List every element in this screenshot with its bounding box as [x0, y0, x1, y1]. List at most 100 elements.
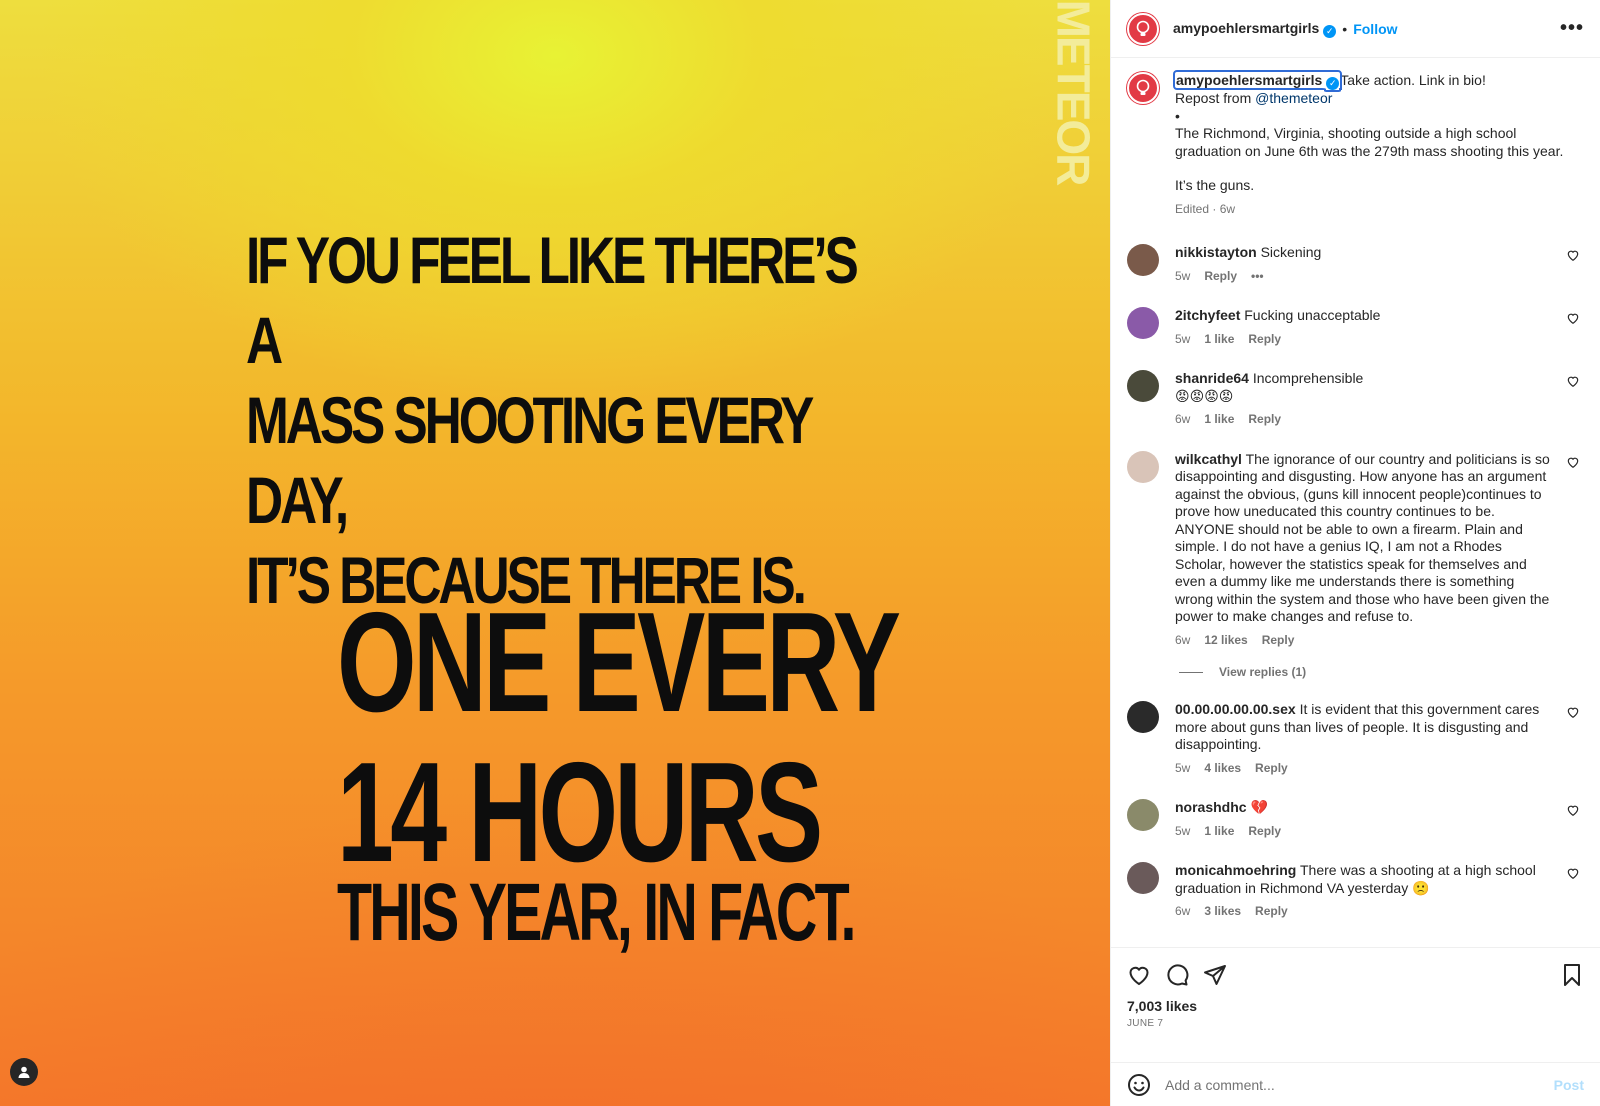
comment-item: shanride64 Incomprehensible 😡😡😡😡 6w 1 li…	[1127, 370, 1584, 429]
caption-text: amypoehlersmartgirls ✓ Take action. Link i…	[1172, 70, 1584, 218]
image-big-line-2: 14 HOURS	[337, 733, 823, 892]
comment-item: nikkistayton Sickening 5w Reply •••	[1127, 244, 1584, 285]
comment-more-icon[interactable]: •••	[1251, 268, 1264, 286]
action-bar	[1127, 958, 1584, 992]
comment-username[interactable]: monicahmoehring	[1175, 862, 1296, 878]
reply-button[interactable]: Reply	[1255, 903, 1288, 921]
post-comment-button[interactable]: Post	[1554, 1077, 1584, 1093]
caption-paragraph: The Richmond, Virginia, shooting outside…	[1175, 125, 1564, 159]
comment-meta: 6w 12 likes Reply	[1175, 632, 1556, 650]
avatar[interactable]	[1127, 862, 1159, 894]
image-headline: IF YOU FEEL LIKE THERE’S A MASS SHOOTING…	[246, 220, 866, 620]
reply-button[interactable]: Reply	[1248, 823, 1281, 841]
post-sidebar: amypoehlersmartgirls ✓ • Follow ••• amypo…	[1110, 0, 1600, 1106]
comment-item: monicahmoehring There was a shooting at …	[1127, 862, 1584, 921]
avatar[interactable]	[1127, 701, 1159, 733]
caption-meta: Edited · 6w	[1175, 201, 1236, 216]
comment-emoji: 😡😡😡😡	[1175, 387, 1234, 404]
heart-icon[interactable]	[1566, 248, 1580, 262]
comment-text: Incomprehensible	[1252, 370, 1364, 386]
comment-time: 5w	[1175, 760, 1191, 775]
comment-username[interactable]: 00.00.00.00.00.sex	[1175, 701, 1296, 717]
comment-username[interactable]: 2itchyfeet	[1175, 307, 1240, 323]
reply-button[interactable]: Reply	[1248, 331, 1281, 349]
comment-input[interactable]	[1165, 1076, 1554, 1093]
like-heart-icon[interactable]	[1127, 963, 1151, 987]
post-image[interactable]: METEOR IF YOU FEEL LIKE THERE’S A MASS S…	[0, 0, 1110, 1106]
view-replies-button[interactable]: View replies (1)	[1179, 665, 1584, 679]
reply-button[interactable]: Reply	[1262, 632, 1295, 650]
comment-item: norashdhc 💔 5w 1 like Reply	[1127, 799, 1584, 840]
comment-username[interactable]: wilkcathyl	[1175, 451, 1242, 467]
headline-line: IF YOU FEEL LIKE THERE’S A	[246, 223, 859, 377]
comment-bubble-icon[interactable]	[1165, 963, 1189, 987]
avatar[interactable]	[1127, 72, 1159, 104]
more-options-icon[interactable]: •••	[1560, 17, 1584, 40]
verified-badge-icon: ✓	[1326, 77, 1340, 90]
comment-meta: 5w 4 likes Reply	[1175, 760, 1556, 778]
comment-username[interactable]: shanride64	[1175, 370, 1249, 386]
comment-likes[interactable]: 4 likes	[1204, 760, 1241, 778]
reply-button[interactable]: Reply	[1248, 411, 1281, 429]
follow-button[interactable]: Follow	[1353, 21, 1397, 37]
heart-icon[interactable]	[1566, 374, 1580, 388]
post-actions: 7,003 likes JUNE 7	[1111, 947, 1600, 1062]
reply-button[interactable]: Reply	[1204, 268, 1237, 286]
comment-meta: 5w 1 like Reply	[1175, 331, 1556, 349]
comment-meta: 6w 3 likes Reply	[1175, 903, 1556, 921]
comment-time: 5w	[1175, 823, 1191, 838]
bookmark-icon[interactable]	[1560, 963, 1584, 987]
heart-icon[interactable]	[1566, 311, 1580, 325]
comment-time: 5w	[1175, 268, 1191, 283]
comment-composer: Post	[1111, 1062, 1600, 1106]
header-username[interactable]: amypoehlersmartgirls ✓	[1173, 20, 1337, 38]
comment-time: 6w	[1175, 412, 1191, 426]
caption-username[interactable]: amypoehlersmartgirls ✓	[1172, 70, 1343, 90]
comment-time: 5w	[1175, 331, 1191, 346]
post-caption: amypoehlersmartgirls ✓ Take action. Link i…	[1127, 70, 1584, 218]
comment-likes[interactable]: 1 like	[1204, 823, 1234, 841]
comment-meta: 6w 1 like Reply	[1175, 411, 1556, 429]
avatar[interactable]	[1127, 12, 1159, 45]
likes-count[interactable]: 7,003 likes	[1127, 998, 1584, 1014]
caption-bullet: •	[1175, 107, 1180, 124]
heart-icon[interactable]	[1566, 705, 1580, 719]
comment-time: 6w	[1175, 904, 1191, 918]
comment-text: 💔	[1250, 799, 1268, 815]
comment-likes[interactable]: 12 likes	[1204, 632, 1247, 650]
comment-item: 00.00.00.00.00.sex It is evident that th…	[1127, 701, 1584, 777]
comment-time: 6w	[1175, 632, 1191, 647]
comment-item: wilkcathyl The ignorance of our country …	[1127, 450, 1584, 650]
verified-badge-icon: ✓	[1323, 24, 1337, 38]
tagged-user-icon[interactable]	[10, 1058, 38, 1086]
comment-text: The ignorance of our country and politic…	[1175, 450, 1550, 625]
comment-text: Sickening	[1260, 244, 1322, 260]
comment-username[interactable]: nikkistayton	[1175, 244, 1257, 260]
comment-username[interactable]: norashdhc	[1175, 799, 1247, 815]
comment-item: 2itchyfeet Fucking unacceptable 5w 1 lik…	[1127, 307, 1584, 348]
avatar[interactable]	[1127, 307, 1159, 339]
image-big-line-3: THIS YEAR, IN FACT.	[337, 867, 856, 958]
comment-likes[interactable]: 3 likes	[1204, 903, 1241, 921]
avatar[interactable]	[1127, 370, 1159, 402]
avatar[interactable]	[1127, 450, 1159, 483]
caption-line: Take action. Link in bio!	[1340, 72, 1486, 88]
mention-link[interactable]: @themeteor	[1255, 90, 1332, 106]
comment-likes[interactable]: 1 like	[1204, 331, 1234, 349]
share-send-icon[interactable]	[1203, 963, 1227, 987]
comments-scroll[interactable]: amypoehlersmartgirls ✓ Take action. Link i…	[1111, 58, 1600, 947]
divider	[1179, 671, 1203, 673]
comment-likes[interactable]: 1 like	[1204, 411, 1234, 429]
reply-button[interactable]: Reply	[1255, 760, 1288, 778]
heart-icon[interactable]	[1566, 803, 1580, 817]
avatar[interactable]	[1127, 244, 1159, 276]
meteor-logo: METEOR	[1047, 0, 1099, 185]
image-big-line-1: ONE EVERY	[337, 583, 901, 742]
heart-icon[interactable]	[1566, 866, 1580, 880]
post-header: amypoehlersmartgirls ✓ • Follow •••	[1111, 0, 1600, 58]
avatar[interactable]	[1127, 799, 1159, 831]
comment-meta: 5w 1 like Reply	[1175, 823, 1556, 841]
heart-icon[interactable]	[1566, 455, 1580, 469]
comment-meta: 5w Reply •••	[1175, 268, 1556, 286]
emoji-icon[interactable]	[1127, 1073, 1151, 1097]
